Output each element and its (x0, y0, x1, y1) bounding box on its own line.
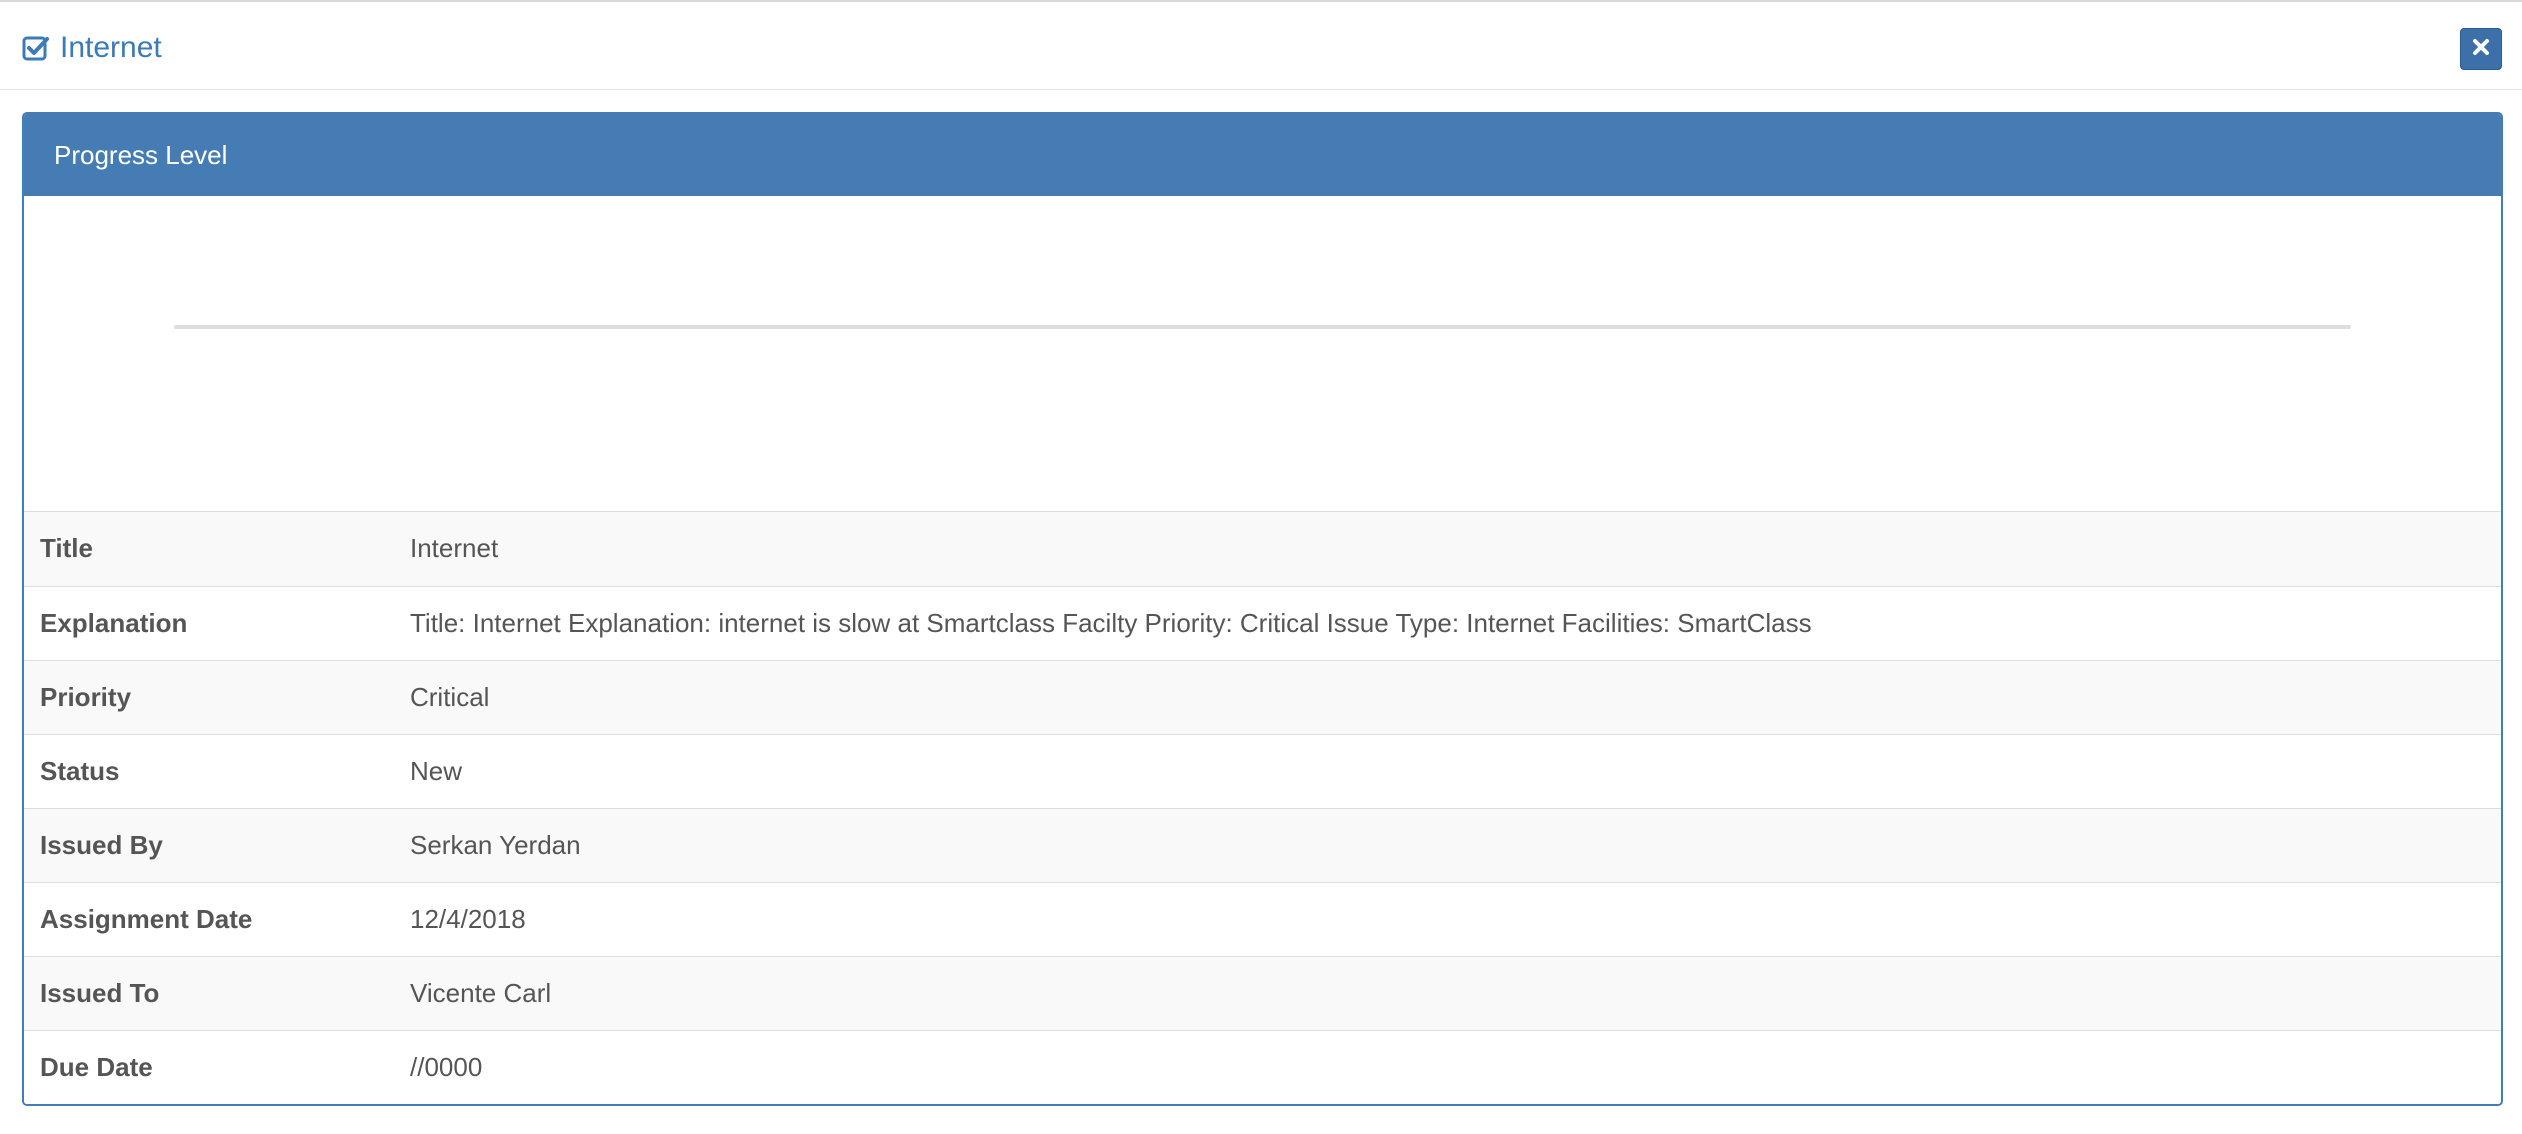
table-row: Due Date//0000 (24, 1029, 2501, 1104)
modal-title: Internet (22, 28, 162, 68)
progress-area (24, 196, 2501, 512)
modal-header: Internet (0, 4, 2522, 90)
modal-title-text: Internet (60, 31, 162, 64)
detail-label: Assignment Date (24, 881, 376, 956)
table-row: Assignment Date 12/4/2018 (24, 881, 2501, 956)
close-icon (2472, 38, 2490, 61)
detail-value: Serkan Yerdan (376, 807, 2501, 882)
detail-value: New (376, 733, 2501, 808)
detail-label: Priority (24, 659, 376, 734)
detail-label: Issued By (24, 807, 376, 882)
table-row: Status New (24, 733, 2501, 808)
close-button[interactable] (2460, 28, 2502, 70)
table-row: Issued By Serkan Yerdan (24, 807, 2501, 882)
details-table: Title Internet Explanation Title: Internet … (24, 512, 2501, 1104)
progress-panel: Progress Level Title Internet Explanation T… (22, 112, 2503, 1106)
detail-value: Title: Internet Explanation: internet is… (376, 585, 2501, 660)
detail-label: Issued To (24, 955, 376, 1030)
table-row: Explanation Title: Internet Explanation: … (24, 585, 2501, 660)
detail-value: //0000 (376, 1029, 2501, 1104)
detail-label: Title (40, 533, 93, 564)
detail-value: Critical (376, 659, 2501, 734)
table-row: Title Internet (24, 512, 2501, 586)
detail-value: 12/4/2018 (376, 881, 2501, 956)
detail-label: Status (24, 733, 376, 808)
detail-value: Internet (410, 533, 499, 564)
issue-modal: Internet Progress Level Title Internet Exp… (0, 0, 2522, 1134)
table-row: Priority Critical (24, 659, 2501, 734)
check-square-icon (22, 34, 50, 62)
detail-value: Vicente Carl (376, 955, 2501, 1030)
detail-label: Due Date (24, 1029, 376, 1104)
detail-label: Explanation (24, 585, 376, 660)
panel-heading: Progress Level (24, 114, 2501, 196)
table-row: Issued To Vicente Carl (24, 955, 2501, 1030)
progress-bar (174, 325, 2351, 329)
